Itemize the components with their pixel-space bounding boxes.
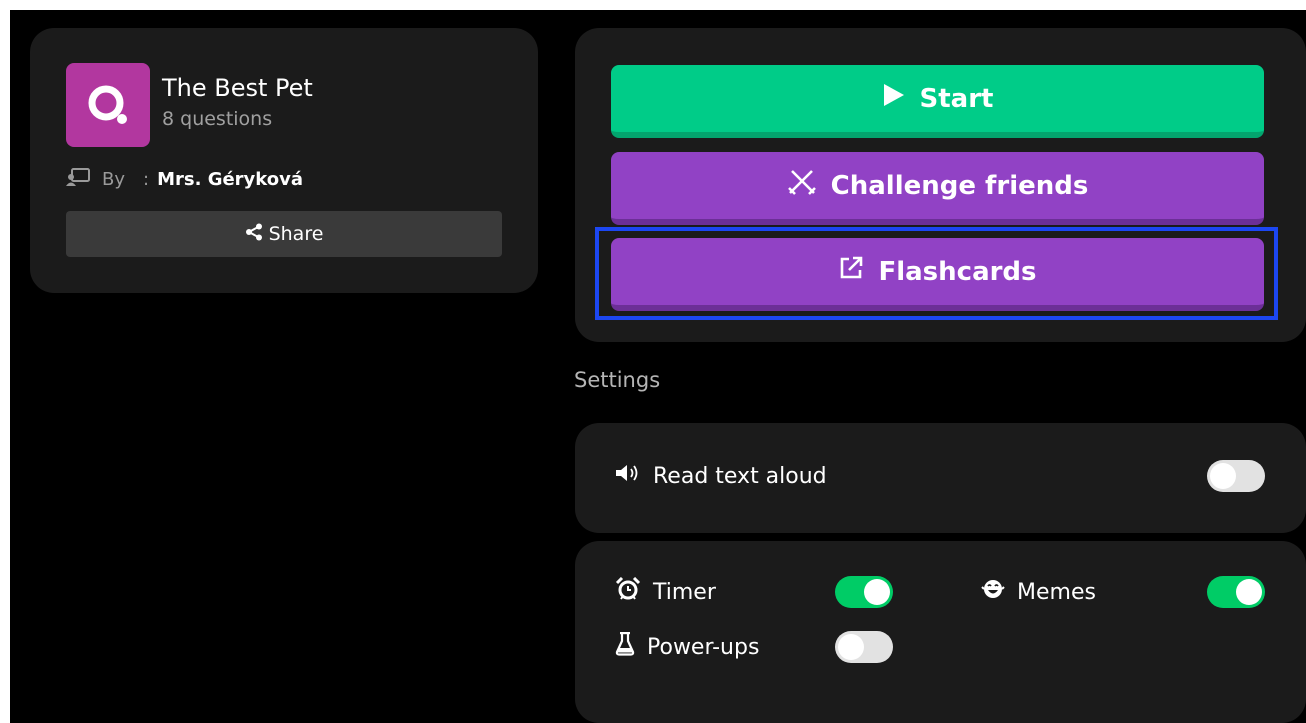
start-label: Start bbox=[919, 83, 994, 114]
author-name: Mrs. Géryková bbox=[157, 169, 304, 190]
memes-label: Memes bbox=[1017, 579, 1096, 605]
toggle-knob bbox=[838, 634, 864, 660]
quiz-lobby-screen: The Best Pet 8 questions By : Mrs. Géryk… bbox=[10, 10, 1306, 723]
toggle-knob bbox=[864, 579, 890, 605]
share-button[interactable]: Share bbox=[66, 211, 502, 257]
toggle-knob bbox=[1236, 579, 1262, 605]
powerups-row: Power-ups bbox=[615, 631, 760, 662]
memes-toggle[interactable] bbox=[1207, 576, 1265, 608]
author-row: By : Mrs. Géryková bbox=[66, 168, 303, 191]
quiz-info-card: The Best Pet 8 questions By : Mrs. Géryk… bbox=[30, 28, 538, 293]
toggle-knob bbox=[1210, 463, 1236, 489]
game-settings-card: Timer Memes Power-ups bbox=[575, 541, 1306, 723]
alarm-clock-icon bbox=[615, 576, 641, 607]
by-separator: : bbox=[143, 169, 150, 190]
play-icon bbox=[882, 82, 906, 115]
read-aloud-toggle[interactable] bbox=[1207, 460, 1265, 492]
quiz-title: The Best Pet bbox=[162, 74, 313, 102]
flashcards-highlight-frame bbox=[595, 227, 1278, 320]
memes-row: Memes bbox=[981, 577, 1096, 607]
powerups-label: Power-ups bbox=[647, 634, 760, 660]
challenge-label: Challenge friends bbox=[830, 170, 1089, 201]
challenge-friends-button[interactable]: Challenge friends bbox=[611, 152, 1264, 225]
timer-toggle[interactable] bbox=[835, 576, 893, 608]
question-count: 8 questions bbox=[162, 108, 273, 130]
swords-icon bbox=[787, 168, 817, 203]
laughing-face-icon bbox=[981, 577, 1005, 607]
share-label: Share bbox=[268, 223, 324, 245]
start-button[interactable]: Start bbox=[611, 65, 1264, 138]
quizizz-logo-icon bbox=[66, 63, 150, 147]
speaker-icon bbox=[615, 463, 641, 489]
read-aloud-label: Read text aloud bbox=[653, 463, 827, 489]
read-aloud-card: Read text aloud bbox=[575, 423, 1306, 533]
timer-label: Timer bbox=[653, 579, 716, 605]
powerups-toggle[interactable] bbox=[835, 631, 893, 663]
read-aloud-row: Read text aloud bbox=[615, 463, 827, 489]
settings-heading: Settings bbox=[574, 368, 661, 392]
share-icon bbox=[245, 223, 263, 246]
by-label: By bbox=[102, 169, 126, 190]
flask-icon bbox=[615, 631, 635, 662]
teacher-board-icon bbox=[66, 168, 90, 191]
timer-row: Timer bbox=[615, 576, 716, 607]
